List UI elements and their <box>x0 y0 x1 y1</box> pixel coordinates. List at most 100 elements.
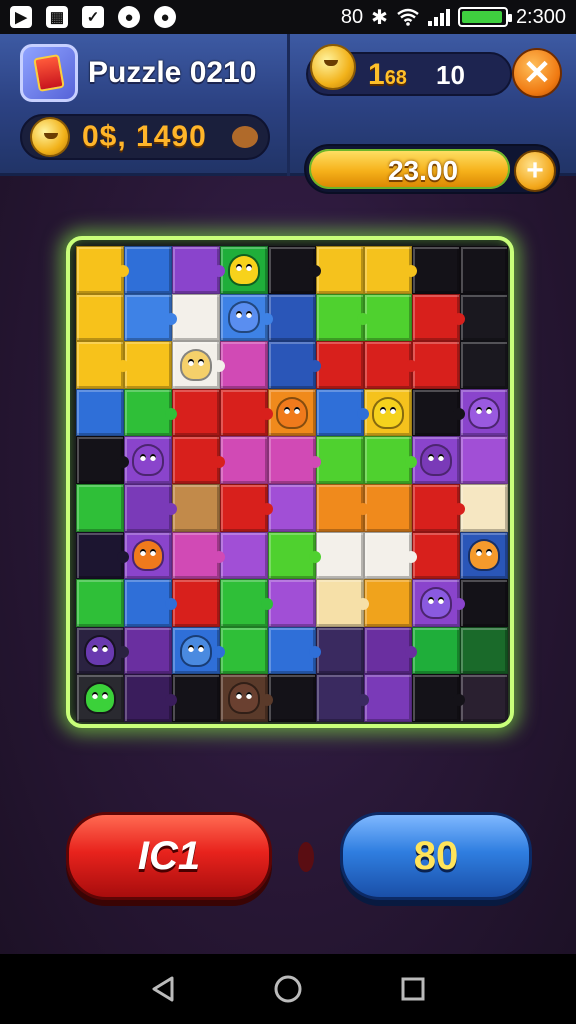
left-action-button[interactable]: IC1 <box>66 812 272 900</box>
puzzle-tile[interactable] <box>172 388 220 437</box>
puzzle-tile[interactable] <box>172 626 225 675</box>
puzzle-tile[interactable] <box>268 246 321 294</box>
puzzle-tile[interactable] <box>316 626 364 675</box>
puzzle-tile[interactable] <box>220 626 268 675</box>
puzzle-tile[interactable] <box>220 674 273 722</box>
puzzle-tile[interactable] <box>316 293 369 342</box>
puzzle-tile[interactable] <box>76 626 129 675</box>
puzzle-tile[interactable] <box>364 483 412 532</box>
puzzle-tile[interactable] <box>220 388 273 437</box>
puzzle-tile[interactable] <box>124 246 172 294</box>
puzzle-tile[interactable] <box>124 388 177 437</box>
puzzle-tile[interactable] <box>76 388 124 437</box>
puzzle-tile[interactable] <box>460 436 508 484</box>
puzzle-tile[interactable] <box>364 293 412 342</box>
puzzle-tile[interactable] <box>412 674 465 722</box>
puzzle-tile[interactable] <box>460 531 508 580</box>
puzzle-tile[interactable] <box>364 436 417 484</box>
puzzle-tile[interactable] <box>172 483 220 532</box>
puzzle-tile[interactable] <box>460 341 508 389</box>
puzzle-tile[interactable] <box>316 579 369 627</box>
puzzle-tile[interactable] <box>364 674 412 722</box>
puzzle-tile[interactable] <box>124 626 172 675</box>
puzzle-tile[interactable] <box>364 579 412 627</box>
puzzle-tile[interactable] <box>268 531 321 580</box>
puzzle-tile[interactable] <box>220 341 268 389</box>
puzzle-tile[interactable] <box>76 246 129 294</box>
recents-button[interactable] <box>393 969 433 1009</box>
puzzle-tile[interactable] <box>268 341 321 389</box>
puzzle-tile[interactable] <box>412 531 460 580</box>
puzzle-tile[interactable] <box>460 246 508 294</box>
puzzle-tile[interactable] <box>460 579 508 627</box>
puzzle-tile[interactable] <box>460 293 508 342</box>
puzzle-tile[interactable] <box>124 341 172 389</box>
puzzle-tile[interactable] <box>268 579 316 627</box>
puzzle-tile[interactable] <box>76 341 129 389</box>
puzzle-tile[interactable] <box>172 293 220 342</box>
puzzle-tile[interactable] <box>76 674 124 722</box>
app-icon[interactable] <box>20 44 78 102</box>
puzzle-tile[interactable] <box>268 388 316 437</box>
close-button[interactable]: ✕ <box>512 48 562 98</box>
puzzle-tile[interactable] <box>124 579 177 627</box>
puzzle-tile[interactable] <box>316 483 369 532</box>
puzzle-tile[interactable] <box>412 388 465 437</box>
puzzle-tile[interactable] <box>124 483 177 532</box>
puzzle-tile[interactable] <box>412 246 460 294</box>
puzzle-tile[interactable] <box>364 246 417 294</box>
puzzle-tile[interactable] <box>460 388 508 437</box>
puzzle-tile[interactable] <box>172 436 225 484</box>
back-button[interactable] <box>143 969 183 1009</box>
puzzle-tile[interactable] <box>220 483 273 532</box>
puzzle-tile[interactable] <box>220 531 268 580</box>
puzzle-tile[interactable] <box>220 293 273 342</box>
puzzle-tile[interactable] <box>268 293 316 342</box>
puzzle-tile[interactable] <box>316 246 364 294</box>
puzzle-tile[interactable] <box>172 674 220 722</box>
puzzle-tile[interactable] <box>460 674 508 722</box>
puzzle-tile[interactable] <box>316 388 369 437</box>
puzzle-tile[interactable] <box>220 246 268 294</box>
puzzle-tile[interactable] <box>172 531 225 580</box>
puzzle-tile[interactable] <box>76 436 129 484</box>
puzzle-tile[interactable] <box>460 626 508 675</box>
puzzle-tile[interactable] <box>76 483 124 532</box>
puzzle-tile[interactable] <box>124 531 172 580</box>
puzzle-knob <box>309 646 321 659</box>
puzzle-tile[interactable] <box>316 436 364 484</box>
puzzle-tile[interactable] <box>124 436 172 484</box>
puzzle-tile[interactable] <box>76 531 129 580</box>
puzzle-tile[interactable] <box>172 246 225 294</box>
puzzle-tile[interactable] <box>220 436 268 484</box>
puzzle-tile[interactable] <box>76 579 124 627</box>
puzzle-tile[interactable] <box>460 483 508 532</box>
add-button[interactable]: + <box>514 150 556 192</box>
puzzle-tile[interactable] <box>124 293 177 342</box>
puzzle-tile[interactable] <box>220 579 273 627</box>
right-action-button[interactable]: 80 <box>340 812 532 900</box>
puzzle-tile[interactable] <box>268 626 321 675</box>
home-button[interactable] <box>268 969 308 1009</box>
puzzle-tile[interactable] <box>316 674 369 722</box>
puzzle-tile[interactable] <box>316 531 364 580</box>
puzzle-tile[interactable] <box>172 341 225 389</box>
puzzle-tile[interactable] <box>412 626 460 675</box>
puzzle-tile[interactable] <box>268 436 321 484</box>
puzzle-tile[interactable] <box>412 483 465 532</box>
puzzle-knob <box>405 550 417 563</box>
puzzle-tile[interactable] <box>364 531 417 580</box>
puzzle-tile[interactable] <box>316 341 364 389</box>
puzzle-tile[interactable] <box>364 626 417 675</box>
puzzle-tile[interactable] <box>76 293 124 342</box>
puzzle-tile[interactable] <box>172 579 220 627</box>
puzzle-tile[interactable] <box>412 436 460 484</box>
puzzle-tile[interactable] <box>268 483 316 532</box>
puzzle-tile[interactable] <box>412 341 460 389</box>
puzzle-tile[interactable] <box>268 674 316 722</box>
puzzle-tile[interactable] <box>364 341 417 389</box>
puzzle-tile[interactable] <box>412 293 465 342</box>
puzzle-tile[interactable] <box>124 674 177 722</box>
puzzle-tile[interactable] <box>364 388 412 437</box>
puzzle-tile[interactable] <box>412 579 465 627</box>
